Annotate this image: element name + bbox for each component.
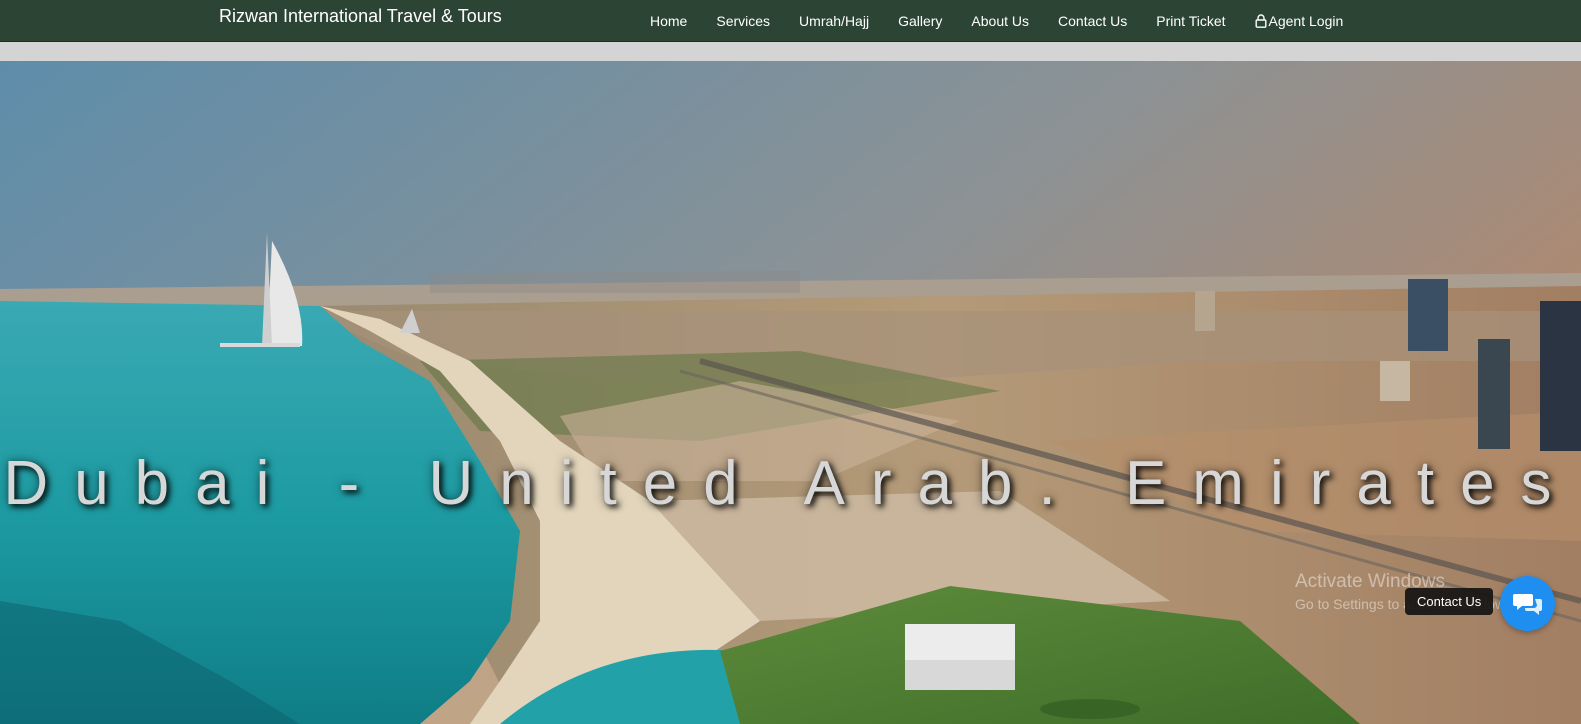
nav-home[interactable]: Home [650,13,687,29]
chat-widget-button[interactable] [1500,576,1555,631]
hero-title: Dubai - United Arab. Emirates [3,449,1578,518]
nav-menu: Home Services Umrah/Hajj Gallery About U… [650,0,1343,41]
top-navbar: Rizwan International Travel & Tours Home… [0,0,1581,42]
header-separator-band [0,42,1581,61]
contact-us-tooltip[interactable]: Contact Us [1405,588,1494,615]
agent-login-label: Agent Login [1268,12,1344,29]
nav-services[interactable]: Services [716,13,770,29]
nav-gallery[interactable]: Gallery [898,13,942,29]
nav-print-ticket[interactable]: Print Ticket [1156,13,1225,29]
nav-contact-us[interactable]: Contact Us [1058,13,1127,29]
brand-name[interactable]: Rizwan International Travel & Tours [219,6,502,26]
hero-banner: Dubai - United Arab. Emirates [0,61,1581,724]
nav-umrah-hajj[interactable]: Umrah/Hajj [799,13,869,29]
chat-bubbles-icon [1512,593,1542,615]
nav-agent-login[interactable]: Agent Login [1255,12,1344,29]
hero-background-image [0,61,1581,724]
lock-icon [1255,13,1267,28]
nav-about-us[interactable]: About Us [971,13,1029,29]
